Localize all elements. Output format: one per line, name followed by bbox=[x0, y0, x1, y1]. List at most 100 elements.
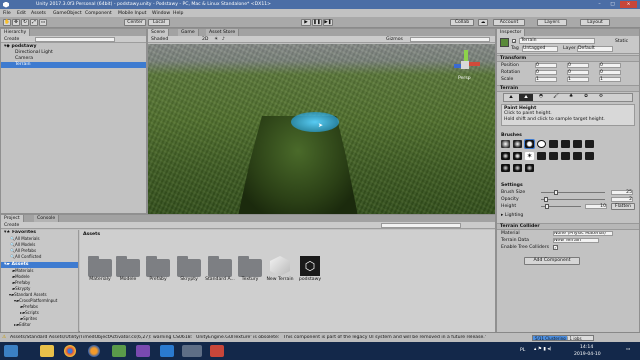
explorer-icon[interactable] bbox=[40, 345, 54, 357]
brush-pattern3-icon[interactable] bbox=[561, 152, 570, 160]
enable-tree-colliders-checkbox[interactable]: ✓ bbox=[553, 245, 558, 250]
minimize-button[interactable]: – bbox=[594, 1, 605, 8]
cloud-icon[interactable]: ☁ bbox=[478, 19, 488, 26]
brush-hard-round-icon[interactable] bbox=[537, 140, 546, 148]
brush-selected-round-icon[interactable] bbox=[524, 139, 535, 149]
opacity-slider-handle[interactable] bbox=[544, 197, 549, 202]
menu-assets[interactable]: Assets bbox=[31, 11, 46, 16]
asset-folder-skrypty[interactable]: Skrypty bbox=[177, 256, 201, 284]
chrome-icon[interactable] bbox=[64, 345, 76, 357]
place-trees-tool-button[interactable]: ♣ bbox=[564, 94, 578, 101]
brush-star-icon[interactable]: ✶ bbox=[525, 152, 534, 160]
transform-section-header[interactable]: Transform bbox=[497, 55, 639, 62]
rect-tool-button[interactable]: ▭ bbox=[39, 19, 47, 26]
brush-rock4-icon[interactable] bbox=[585, 140, 594, 148]
brush-pattern4-icon[interactable] bbox=[573, 152, 582, 160]
tray-icons[interactable]: ▴ ⚑ ▮ ◂) bbox=[534, 347, 551, 352]
menu-component[interactable]: Component bbox=[85, 11, 112, 16]
position-z-field[interactable]: 0 bbox=[599, 63, 621, 68]
favorite-all-conflicted[interactable]: 🔍All Conflicted bbox=[1, 254, 78, 260]
menu-window[interactable]: Window bbox=[152, 11, 170, 16]
static-toggle[interactable]: Static bbox=[615, 39, 628, 44]
terrain-data-field[interactable]: New Terrain bbox=[553, 238, 599, 243]
rotation-x-field[interactable]: 0 bbox=[535, 70, 557, 75]
scale-tool-button[interactable]: ⤢ bbox=[30, 19, 38, 26]
paint-details-tool-button[interactable]: ✿ bbox=[579, 94, 593, 101]
brush-rock1-icon[interactable] bbox=[549, 140, 558, 148]
assets-breadcrumb[interactable]: Assets bbox=[83, 232, 100, 237]
play-button[interactable]: ▶ bbox=[301, 19, 311, 26]
scene-viewport[interactable]: ➤ Persp bbox=[148, 44, 495, 214]
height-field[interactable]: 10 bbox=[585, 204, 607, 209]
brush-splat2-icon[interactable] bbox=[513, 152, 522, 160]
terrain-settings-tool-button[interactable]: ⚙ bbox=[594, 94, 608, 101]
project-create-button[interactable]: Create bbox=[4, 223, 19, 228]
flatten-button[interactable]: Flatten bbox=[611, 203, 635, 210]
collab-button[interactable]: Collab bbox=[450, 19, 474, 26]
close-button[interactable]: × bbox=[620, 1, 637, 8]
brush-leaf3-icon[interactable] bbox=[525, 164, 534, 172]
active-checkbox[interactable]: ✓ bbox=[512, 39, 516, 44]
hierarchy-item-terrain[interactable]: Terrain bbox=[1, 62, 146, 68]
brush-size-slider-handle[interactable] bbox=[553, 190, 558, 195]
tab-asset-store[interactable]: Asset Store bbox=[206, 29, 240, 36]
scale-z-field[interactable]: 1 bbox=[599, 77, 621, 82]
scale-y-field[interactable]: 1 bbox=[567, 77, 589, 82]
rotate-tool-button[interactable]: ↻ bbox=[21, 19, 29, 26]
scene-search-input[interactable] bbox=[410, 37, 490, 42]
rotation-y-field[interactable]: 0 bbox=[567, 70, 589, 75]
layer-dropdown[interactable]: Default bbox=[577, 46, 613, 52]
position-y-field[interactable]: 0 bbox=[567, 63, 589, 68]
tab-hierarchy[interactable]: Hierarchy bbox=[1, 29, 31, 36]
tag-dropdown[interactable]: Untagged bbox=[522, 46, 558, 52]
pivot-center-button[interactable]: Center bbox=[124, 19, 146, 26]
terrain-collider-header[interactable]: Terrain Collider bbox=[497, 223, 639, 230]
terrain-section-header[interactable]: Terrain bbox=[497, 85, 639, 92]
pause-button[interactable]: ❚❚ bbox=[312, 19, 322, 26]
media-player-icon[interactable] bbox=[112, 345, 126, 357]
opacity-slider[interactable] bbox=[541, 197, 605, 202]
windows-start-icon[interactable] bbox=[4, 345, 18, 357]
menu-help[interactable]: Help bbox=[173, 11, 183, 16]
hierarchy-create-button[interactable]: Create bbox=[4, 37, 19, 42]
brush-pattern1-icon[interactable] bbox=[537, 152, 546, 160]
asset-folder-modele[interactable]: Modele bbox=[116, 256, 140, 284]
maximize-button[interactable]: □ bbox=[607, 1, 618, 8]
paint-height-tool-button[interactable]: ⛰ bbox=[519, 94, 533, 101]
paint-texture-tool-button[interactable]: 🖌 bbox=[549, 94, 563, 101]
position-x-field[interactable]: 0 bbox=[535, 63, 557, 68]
menu-gameobject[interactable]: GameObject bbox=[53, 11, 82, 16]
scene-orientation-gizmo[interactable]: Persp bbox=[448, 50, 484, 84]
menu-mobile-input[interactable]: Mobile Input bbox=[118, 11, 146, 16]
shading-mode-dropdown[interactable]: Shaded bbox=[151, 37, 168, 42]
brush-rock2-icon[interactable] bbox=[561, 140, 570, 148]
tab-game[interactable]: Game bbox=[178, 29, 199, 36]
asset-folder-prefaby[interactable]: Prefaby bbox=[146, 256, 170, 284]
vs-code-icon[interactable] bbox=[160, 345, 174, 357]
brush-soft-round-icon[interactable] bbox=[501, 140, 510, 148]
height-slider-handle[interactable] bbox=[545, 204, 549, 209]
tab-project[interactable]: Project bbox=[1, 215, 24, 222]
menu-file[interactable]: File bbox=[3, 11, 11, 16]
visual-studio-icon[interactable] bbox=[136, 345, 150, 357]
account-dropdown[interactable]: Account bbox=[493, 19, 525, 26]
move-tool-button[interactable]: ✥ bbox=[12, 19, 20, 26]
console-status-message[interactable]: Assets/Standard Assets/Utility/TimedObje… bbox=[10, 335, 530, 340]
brush-splat1-icon[interactable] bbox=[501, 152, 510, 160]
scale-x-field[interactable]: 1 bbox=[535, 77, 557, 82]
layout-dropdown[interactable]: Layout bbox=[580, 19, 610, 26]
layers-dropdown[interactable]: Layers bbox=[537, 19, 567, 26]
brush-leaf2-icon[interactable] bbox=[513, 164, 522, 172]
clock-date[interactable]: 2019-04-10 bbox=[574, 352, 601, 357]
scene-lighting-icon[interactable]: ☀ bbox=[214, 37, 218, 42]
language-indicator[interactable]: PL bbox=[520, 348, 525, 353]
notifications-icon[interactable]: ▭ bbox=[626, 347, 630, 352]
pivot-local-button[interactable]: Local bbox=[148, 19, 170, 26]
tree-item-editor[interactable]: ▸▰Editor bbox=[1, 322, 78, 328]
brush-medium-round-icon[interactable] bbox=[513, 140, 522, 148]
unity-taskbar-icon[interactable] bbox=[182, 345, 202, 357]
brush-rock3-icon[interactable] bbox=[573, 140, 582, 148]
asset-folder-materialy[interactable]: Materialy bbox=[88, 256, 112, 284]
step-button[interactable]: ▶❚ bbox=[323, 19, 333, 26]
brush-size-field[interactable]: 25 bbox=[611, 190, 633, 195]
